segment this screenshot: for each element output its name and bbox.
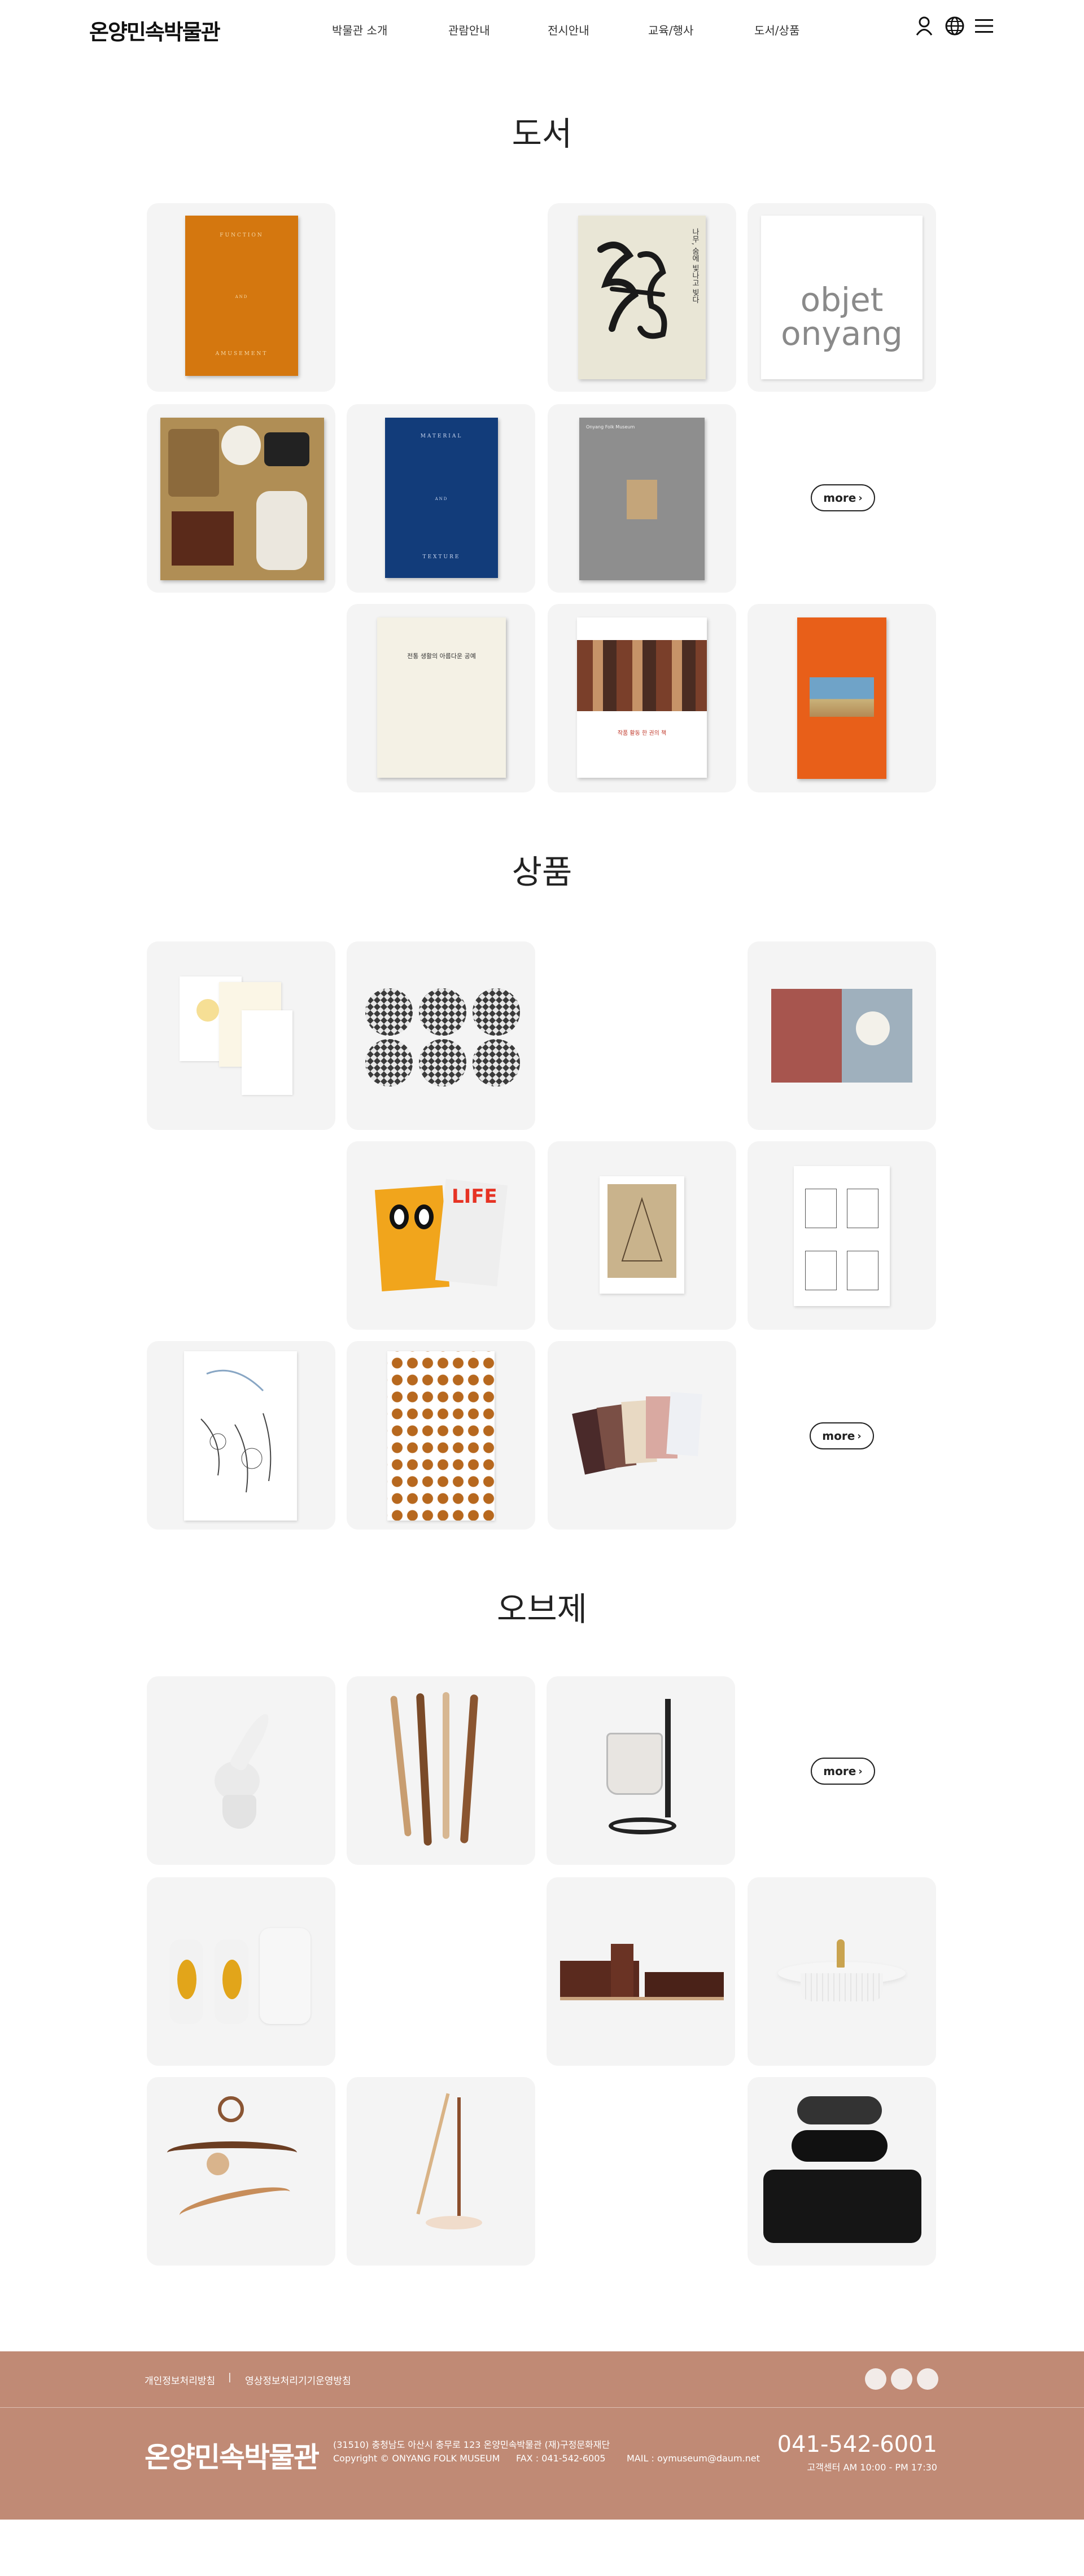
site-footer: 개인정보처리방침 | 영상정보처리기기운영방침 온양민속박물관 (31510) …: [0, 2351, 1084, 2520]
goods-card-framed-art[interactable]: [548, 1141, 736, 1330]
book-card-orange-photo[interactable]: [748, 604, 936, 792]
objet-card-wooden-sticks[interactable]: [347, 1676, 535, 1865]
goods-card-stationery[interactable]: [147, 941, 335, 1130]
goods-section-title: 상품: [512, 853, 572, 891]
book-cover-grey: Onyang Folk Museum: [579, 418, 705, 580]
teapot-grid-poster: [387, 1351, 495, 1521]
footer-hours: 고객센터 AM 10:00 - PM 17:30: [807, 2462, 937, 2473]
footer-fax: FAX : 041-542-6005: [516, 2453, 606, 2464]
book-cover-objet: objet onyang: [761, 216, 923, 379]
incense-stand: [386, 2086, 499, 2255]
objet-card-glass-kettle[interactable]: [547, 1676, 735, 1865]
books-more-button[interactable]: more ›: [811, 484, 875, 511]
objets-section-title: 오브제: [496, 1590, 588, 1628]
social-icon-3[interactable]: [917, 2368, 938, 2390]
book-card-white-cover[interactable]: 전통 생활의 아름다운 공예: [347, 604, 535, 792]
book-card-function-amusement[interactable]: FUNCTION AND AMUSEMENT: [147, 203, 335, 392]
wooden-mobile: [167, 2096, 314, 2243]
social-icon-2[interactable]: [891, 2368, 912, 2390]
chevron-right-icon: ›: [857, 1430, 862, 1442]
user-icon[interactable]: [913, 15, 936, 37]
footer-top-bar: 개인정보처리방침 | 영상정보처리기기운영방침: [0, 2351, 1084, 2408]
hat-drawing: [621, 1197, 663, 1261]
botanical-poster: [184, 1351, 297, 1521]
goods-card-cards-fan[interactable]: [548, 1341, 736, 1530]
book-card-photo-cover[interactable]: 작품 활동 한 권의 책: [548, 604, 736, 792]
white-pedestal-dish: [778, 1939, 906, 2007]
stationery-set: [180, 976, 304, 1095]
nav-item-visit[interactable]: 관람안내: [448, 21, 490, 38]
objet-card-wooden-boxes[interactable]: [547, 1877, 735, 2066]
menu-icon[interactable]: [973, 15, 995, 37]
footer-privacy-link[interactable]: 개인정보처리방침: [145, 2373, 215, 2387]
book-card-objects-collage[interactable]: [147, 404, 335, 593]
footer-copyright: Copyright © ONYANG FOLK MUSEUM: [333, 2453, 500, 2464]
objet-card-incense-stand[interactable]: [347, 2077, 535, 2266]
objets-more-button[interactable]: more ›: [811, 1758, 875, 1785]
coaster-pattern-grid: [365, 988, 520, 1087]
social-icon-1[interactable]: [865, 2368, 886, 2390]
yellow-ceramic-bottles: [169, 1928, 316, 2024]
nav-item-exhibition[interactable]: 전시안내: [548, 21, 589, 38]
nav-item-about[interactable]: 박물관 소개: [332, 21, 387, 38]
chevron-right-icon: ›: [858, 1765, 863, 1777]
objet-card-mobile-sculpture[interactable]: [147, 2077, 335, 2266]
objet-card-yellow-bottles[interactable]: [147, 1877, 335, 2066]
footer-link-separator: |: [228, 2372, 231, 2383]
framed-print: [600, 1176, 684, 1294]
globe-icon[interactable]: [943, 15, 966, 37]
footer-phone: 041-542-6001: [777, 2432, 937, 2457]
glass-kettle-stand: [597, 1699, 688, 1846]
pattern-coasters: [364, 987, 522, 1088]
nav-item-education[interactable]: 교육/행사: [648, 21, 693, 38]
book-cover-cream: 전통 생활의 아름다운 공예: [377, 617, 506, 778]
fanned-postcards: [572, 1392, 708, 1478]
footer-logo: 온양민속박물관: [145, 2441, 320, 2474]
book-card-grey-catalog[interactable]: Onyang Folk Museum: [548, 404, 736, 593]
nav-item-books-goods[interactable]: 도서/상품: [754, 21, 799, 38]
line-drawing-poster: [794, 1166, 890, 1306]
goods-more-button[interactable]: more ›: [810, 1422, 874, 1449]
ink-botanical-drawing: [200, 1369, 272, 1493]
book-cover-orange: FUNCTION AND AMUSEMENT: [185, 216, 298, 376]
placemat-photo: [771, 989, 912, 1083]
footer-video-policy-link[interactable]: 영상정보처리기기운영방침: [245, 2373, 351, 2387]
books-section-title: 도서: [512, 115, 572, 153]
goods-card-coasters[interactable]: [347, 941, 535, 1130]
calligraphy-brush-art: [597, 242, 667, 339]
goods-card-teapot-poster[interactable]: [347, 1341, 535, 1530]
objet-card-white-dish[interactable]: [748, 1877, 936, 2066]
book-card-material-texture[interactable]: MATERIAL AND TEXTURE: [347, 404, 535, 593]
book-cover-collage: [160, 418, 324, 580]
goods-card-botanical-map[interactable]: [147, 1341, 335, 1530]
footer-address: (31510) 충청남도 아산시 충무로 123 온양민속박물관 (재)구정문화…: [333, 2439, 610, 2450]
book-cover-calligraphy: 나무, 숨에 빛나고 빚다: [578, 216, 706, 379]
site-header: 온양민속박물관 박물관 소개 관람안내 전시안내 교육/행사 도서/상품: [0, 0, 1084, 56]
wooden-lacquer-boxes: [560, 1944, 724, 2003]
life-sticker-pack: LIFE: [374, 1179, 508, 1293]
goods-card-life-stickers[interactable]: LIFE: [347, 1141, 535, 1330]
chevron-right-icon: ›: [858, 492, 863, 504]
objet-card-eye-masks[interactable]: [748, 2077, 936, 2266]
book-cover-navy: MATERIAL AND TEXTURE: [385, 418, 498, 578]
book-cover-photo: 작품 활동 한 권의 책: [577, 617, 707, 778]
book-card-objet-onyang[interactable]: objet onyang: [748, 203, 936, 392]
book-card-calligraphy[interactable]: 나무, 숨에 빛나고 빚다: [548, 203, 736, 392]
objet-card-bird-figure[interactable]: [147, 1676, 335, 1865]
footer-mail[interactable]: MAIL : oymuseum@daum.net: [627, 2453, 760, 2464]
goods-card-line-drawing[interactable]: [748, 1141, 936, 1330]
wooden-tools: [386, 1690, 499, 1854]
goods-card-placemat[interactable]: [748, 941, 936, 1130]
black-eye-masks: [758, 2096, 927, 2249]
white-bird-figurine: [203, 1699, 282, 1840]
book-cover-red-orange: [797, 617, 886, 779]
